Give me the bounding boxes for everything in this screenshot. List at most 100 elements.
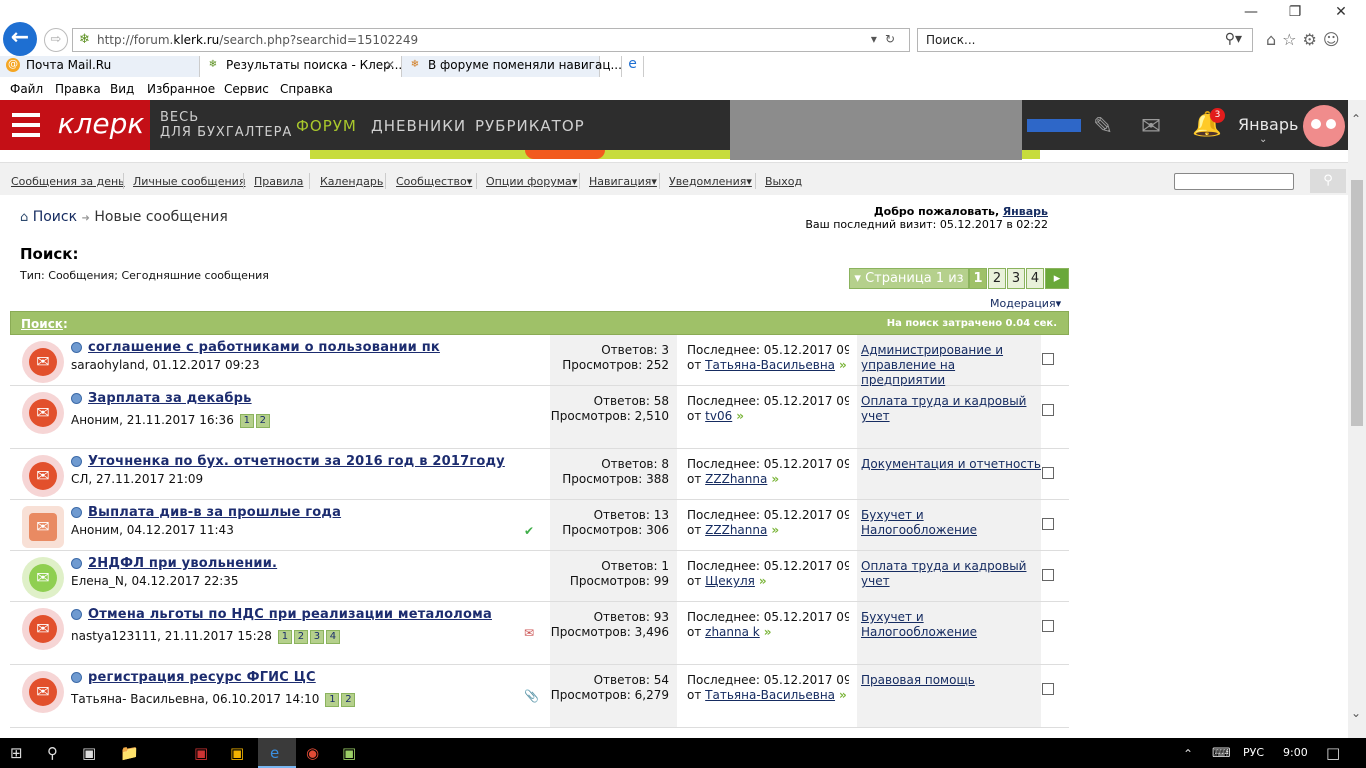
notification-center-icon[interactable]: □: [1326, 744, 1340, 762]
forum-link[interactable]: Оплата труда и кадровый учет: [861, 559, 1026, 588]
thread-page-3[interactable]: 3: [309, 629, 324, 644]
app-icon[interactable]: ▣: [230, 744, 244, 762]
forum-link[interactable]: Правовая помощь: [861, 673, 975, 687]
scroll-up-icon[interactable]: ⌃: [1351, 112, 1361, 126]
last-poster-link[interactable]: ZZZhanna: [705, 472, 767, 486]
next-page-icon[interactable]: ▸: [1045, 268, 1069, 289]
first-unread-icon[interactable]: [71, 342, 82, 353]
menu-edit[interactable]: Правка: [55, 82, 101, 96]
link-notifications[interactable]: Уведомления▾: [669, 175, 752, 188]
link-navigation[interactable]: Навигация▾: [589, 175, 657, 188]
breadcrumb-search[interactable]: Поиск: [33, 209, 77, 225]
go-last-icon[interactable]: »: [771, 523, 779, 537]
first-unread-icon[interactable]: [71, 609, 82, 620]
forum-link[interactable]: Документация и отчетность: [861, 457, 1041, 471]
page-4[interactable]: 4: [1026, 268, 1044, 289]
moderation-menu[interactable]: Модерация▾: [990, 297, 1061, 310]
task-view-icon[interactable]: ▣: [82, 744, 96, 762]
thread-title[interactable]: Отмена льготы по НДС при реализации мета…: [88, 607, 492, 622]
ad-bar[interactable]: [1027, 119, 1081, 132]
new-tab-button[interactable]: [600, 56, 622, 77]
app-icon[interactable]: ▣: [342, 744, 356, 762]
back-button[interactable]: ←: [3, 22, 37, 56]
tab-search-results[interactable]: ❄ Результаты поиска - Клер... ✕: [200, 56, 402, 77]
file-explorer-icon[interactable]: 📁: [120, 744, 139, 762]
forum-link[interactable]: Бухучет и Налогообложение: [861, 508, 977, 537]
windows-start-icon[interactable]: ⊞: [10, 744, 23, 762]
page-3[interactable]: 3: [1007, 268, 1025, 289]
scroll-down-icon[interactable]: ⌄: [1351, 706, 1361, 720]
link-rules[interactable]: Правила: [254, 175, 303, 188]
menu-file[interactable]: Файл: [10, 82, 43, 96]
row-checkbox[interactable]: [1042, 683, 1054, 695]
thread-title[interactable]: соглашение с работниками о пользовании п…: [88, 340, 440, 355]
row-checkbox[interactable]: [1042, 467, 1054, 479]
menu-favorites[interactable]: Избранное: [147, 82, 215, 96]
first-unread-icon[interactable]: [71, 672, 82, 683]
go-last-icon[interactable]: »: [839, 358, 847, 372]
forum-link[interactable]: Администрирование и управление на предпр…: [861, 343, 1003, 387]
scroll-thumb[interactable]: [1351, 180, 1363, 426]
nav-forum[interactable]: ФОРУМ: [296, 117, 357, 135]
last-poster-link[interactable]: zhanna k: [705, 625, 760, 639]
last-poster-link[interactable]: ZZZhanna: [705, 523, 767, 537]
language-indicator[interactable]: РУС: [1243, 746, 1264, 759]
table-row[interactable]: ✉ Уточненка по бух. отчетности за 2016 г…: [10, 449, 1069, 500]
restore-icon[interactable]: ❐: [1280, 4, 1310, 20]
tab-forum-nav[interactable]: ❄ В форуме поменяли навигац...: [402, 56, 622, 77]
row-checkbox[interactable]: [1042, 518, 1054, 530]
username[interactable]: Январь: [1238, 115, 1298, 134]
ie-icon[interactable]: e: [622, 56, 644, 77]
link-community[interactable]: Сообщество▾: [396, 175, 472, 188]
search-icon[interactable]: ⚲▾: [1225, 31, 1242, 47]
toolbar-icons[interactable]: ⌂☆⚙☺: [1266, 30, 1346, 49]
go-last-icon[interactable]: »: [764, 625, 772, 639]
table-row[interactable]: ✉ Зарплата за декабрь Аноним, 21.11.2017…: [10, 386, 1069, 449]
envelope-icon[interactable]: ✉: [1141, 112, 1161, 140]
link-calendar[interactable]: Календарь: [320, 175, 383, 188]
thread-page-1[interactable]: 1: [239, 413, 254, 428]
thread-page-1[interactable]: 1: [277, 629, 292, 644]
ad-block[interactable]: [730, 100, 1022, 160]
first-unread-icon[interactable]: [71, 393, 82, 404]
table-row[interactable]: ✉ Отмена льготы по НДС при реализации ме…: [10, 602, 1069, 665]
forward-button[interactable]: ⇨: [44, 28, 68, 52]
row-checkbox[interactable]: [1042, 353, 1054, 365]
forum-link[interactable]: Бухучет и Налогообложение: [861, 610, 977, 639]
close-icon[interactable]: ✕: [1326, 4, 1356, 20]
thread-title[interactable]: Выплата див-в за прошлые года: [88, 505, 341, 520]
menu-view[interactable]: Вид: [110, 82, 134, 96]
last-poster-link[interactable]: Щекуля: [705, 574, 755, 588]
browser-search-field[interactable]: Поиск... ⚲▾: [917, 28, 1253, 52]
ie-icon[interactable]: e: [270, 744, 279, 762]
thread-title[interactable]: 2НДФЛ при увольнении.: [88, 556, 277, 571]
thread-page-4[interactable]: 4: [325, 629, 340, 644]
go-last-icon[interactable]: »: [839, 688, 847, 702]
clock[interactable]: 9:00: [1283, 746, 1308, 759]
search-button[interactable]: ⚲: [1310, 169, 1346, 193]
nav-diaries[interactable]: ДНЕВНИКИ: [371, 117, 466, 135]
thread-page-1[interactable]: 1: [325, 692, 340, 707]
pencil-icon[interactable]: ✎: [1093, 112, 1113, 140]
link-today-posts[interactable]: Сообщения за день: [11, 175, 125, 188]
go-last-icon[interactable]: »: [771, 472, 779, 486]
page-1[interactable]: 1: [969, 268, 987, 289]
last-poster-link[interactable]: Татьяна-Васильевна: [705, 688, 835, 702]
thread-page-2[interactable]: 2: [293, 629, 308, 644]
table-row[interactable]: ✉ регистрация ресурс ФГИС ЦС Татьяна- Ва…: [10, 665, 1069, 728]
first-unread-icon[interactable]: [71, 456, 82, 467]
forum-search-input[interactable]: [1174, 173, 1294, 190]
refresh-icon[interactable]: ▾↻: [871, 32, 903, 46]
table-row[interactable]: ✉ 2НДФЛ при увольнении. Елена_N, 04.12.2…: [10, 551, 1069, 602]
table-row[interactable]: ✉ соглашение с работниками о пользовании…: [10, 335, 1069, 387]
close-tab-icon[interactable]: ✕: [385, 58, 395, 72]
table-row[interactable]: ✉ Выплата див-в за прошлые года Аноним, …: [10, 500, 1069, 551]
header-search-link[interactable]: Поиск: [21, 317, 63, 331]
go-last-icon[interactable]: »: [759, 574, 767, 588]
nav-rubricator[interactable]: РУБРИКАТОР: [475, 117, 585, 135]
avatar[interactable]: [1303, 105, 1345, 147]
thread-page-2[interactable]: 2: [341, 692, 356, 707]
home-icon[interactable]: ⌂: [20, 210, 28, 225]
row-checkbox[interactable]: [1042, 569, 1054, 581]
minimize-icon[interactable]: —: [1236, 4, 1266, 20]
